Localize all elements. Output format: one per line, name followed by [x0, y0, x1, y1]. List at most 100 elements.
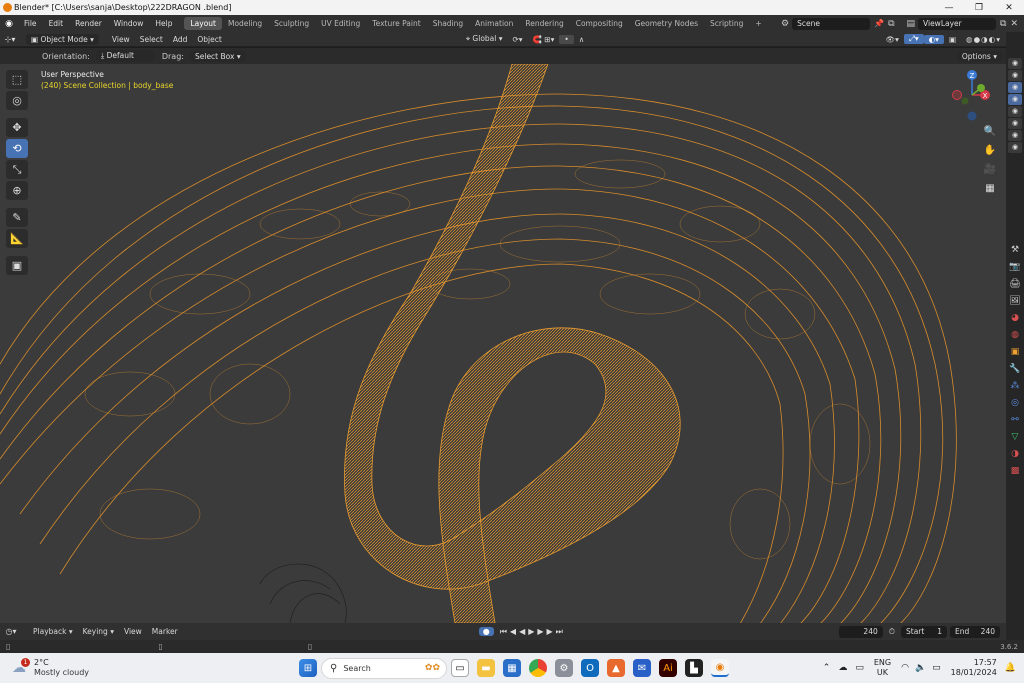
render-properties-icon[interactable]: 📷: [1008, 260, 1022, 274]
transform-orientation-dropdown[interactable]: ⌖ Global ▾: [461, 34, 508, 44]
menu-help[interactable]: Help: [149, 19, 178, 28]
proportional-edit-icon[interactable]: •: [559, 34, 574, 44]
timeline-editor-icon[interactable]: ◷▾: [0, 627, 22, 636]
maximize-button[interactable]: ❐: [964, 3, 994, 13]
workspace-tab-shading[interactable]: Shading: [427, 17, 469, 30]
add-workspace-icon[interactable]: +: [749, 17, 767, 30]
new-scene-icon[interactable]: ⧉: [888, 19, 894, 29]
rotate-tool[interactable]: ⟲: [6, 139, 28, 158]
file-explorer-icon[interactable]: ▬: [477, 659, 495, 677]
settings-icon[interactable]: ⚙: [555, 659, 573, 677]
minimize-button[interactable]: —: [934, 3, 964, 13]
options-dropdown[interactable]: Options ▾: [956, 50, 1002, 62]
visibility-icon[interactable]: 👁▾: [881, 35, 904, 44]
view-layer-properties-icon[interactable]: 🖼: [1008, 294, 1022, 308]
workspace-tab-rendering[interactable]: Rendering: [519, 17, 569, 30]
falloff-icon[interactable]: ∧: [574, 35, 590, 44]
object-menu[interactable]: Object: [192, 35, 226, 44]
menu-edit[interactable]: Edit: [43, 19, 70, 28]
collection-toggle-2[interactable]: ◉: [1008, 70, 1022, 81]
overlay-toggle-icon[interactable]: ◐▾: [923, 34, 944, 44]
blender-menu-icon[interactable]: ◉: [0, 19, 18, 29]
workspace-tab-layout[interactable]: Layout: [184, 17, 222, 30]
language-indicator[interactable]: ENG UK: [874, 658, 891, 678]
mail-icon[interactable]: ✉: [633, 659, 651, 677]
object-properties-icon[interactable]: ▣: [1008, 345, 1022, 359]
outlook-icon[interactable]: O: [581, 659, 599, 677]
snap-icon[interactable]: 🧲 ⊞▾: [528, 35, 560, 44]
editor-type-icon[interactable]: ⊹▾: [0, 35, 20, 44]
close-button[interactable]: ✕: [994, 3, 1024, 13]
world-properties-icon[interactable]: ◍: [1008, 328, 1022, 342]
zoom-icon[interactable]: 🔍: [982, 123, 998, 139]
select-box-tool[interactable]: ⬚: [6, 70, 28, 89]
move-tool[interactable]: ✥: [6, 118, 28, 137]
drag-dropdown[interactable]: Select Box ▾: [189, 50, 246, 62]
workspace-tab-sculpting[interactable]: Sculpting: [268, 17, 315, 30]
select-menu[interactable]: Select: [135, 35, 168, 44]
collection-toggle-8[interactable]: ◉: [1008, 142, 1022, 153]
notifications-icon[interactable]: 🔔: [1005, 663, 1016, 673]
app-icon-orange[interactable]: ▲: [607, 659, 625, 677]
timeline-view-menu[interactable]: View: [119, 627, 147, 636]
orientation-dropdown[interactable]: ⤓ Default: [95, 50, 154, 62]
pan-hand-icon[interactable]: ✋: [982, 142, 998, 158]
clock[interactable]: 17:57 18/01/2024: [951, 658, 997, 678]
workspace-tab-uv-editing[interactable]: UV Editing: [315, 17, 366, 30]
physics-properties-icon[interactable]: ◎: [1008, 396, 1022, 410]
workspace-tab-animation[interactable]: Animation: [469, 17, 519, 30]
data-properties-icon[interactable]: ▽: [1008, 430, 1022, 444]
illustrator-icon[interactable]: Ai: [659, 659, 677, 677]
current-frame-field[interactable]: 240: [838, 625, 883, 638]
viewlayer-selector[interactable]: ViewLayer: [918, 17, 997, 30]
wifi-icon[interactable]: ◠: [901, 663, 909, 673]
output-properties-icon[interactable]: 🖨: [1008, 277, 1022, 291]
texture-properties-icon[interactable]: ▩: [1008, 464, 1022, 478]
navigation-gizmo[interactable]: Z X: [945, 68, 995, 124]
scene-icon[interactable]: ⚙: [781, 19, 789, 29]
view-menu[interactable]: View: [107, 35, 135, 44]
playback-menu[interactable]: Playback ▾: [28, 627, 78, 636]
collection-toggle-7[interactable]: ◉: [1008, 130, 1022, 141]
transform-tool[interactable]: ⊕: [6, 181, 28, 200]
end-frame-field[interactable]: End 240: [950, 625, 1000, 638]
workspace-tab-geometry-nodes[interactable]: Geometry Nodes: [629, 17, 704, 30]
notes-app-icon[interactable]: ▙: [685, 659, 703, 677]
3d-viewport[interactable]: [0, 64, 1006, 623]
chrome-icon[interactable]: [529, 659, 547, 677]
new-viewlayer-icon[interactable]: ⧉: [1000, 19, 1006, 29]
tool-properties-icon[interactable]: ⚒: [1008, 243, 1022, 257]
scale-tool[interactable]: ⤡: [6, 160, 28, 179]
marker-menu[interactable]: Marker: [147, 627, 183, 636]
collection-toggle-4[interactable]: ◉: [1008, 94, 1022, 105]
workspace-tab-compositing[interactable]: Compositing: [570, 17, 629, 30]
keying-menu[interactable]: Keying ▾: [78, 627, 119, 636]
xray-icon[interactable]: ▣: [944, 35, 961, 44]
camera-icon[interactable]: 🎥: [982, 161, 998, 177]
search-box[interactable]: ⚲ Search ✿✿: [321, 657, 447, 679]
add-menu[interactable]: Add: [168, 35, 193, 44]
scene-selector[interactable]: Scene: [792, 17, 871, 30]
tray-app-icon[interactable]: ☁: [838, 663, 847, 673]
collection-toggle-1[interactable]: ◉: [1008, 58, 1022, 69]
menu-file[interactable]: File: [18, 19, 43, 28]
annotate-tool[interactable]: ✎: [6, 208, 28, 227]
modifier-properties-icon[interactable]: 🔧: [1008, 362, 1022, 376]
scene-properties-icon[interactable]: ◕: [1008, 311, 1022, 325]
volume-icon[interactable]: 🔈: [915, 663, 926, 673]
particles-properties-icon[interactable]: ⁂: [1008, 379, 1022, 393]
battery-icon[interactable]: ▭: [932, 663, 941, 673]
measure-tool[interactable]: 📐: [6, 229, 28, 248]
clock-icon[interactable]: ⏱: [889, 627, 895, 637]
weather-widget[interactable]: ☁ 1: [12, 658, 32, 676]
record-toggle[interactable]: ●: [478, 627, 494, 636]
constraints-properties-icon[interactable]: ⚯: [1008, 413, 1022, 427]
menu-render[interactable]: Render: [69, 19, 108, 28]
collection-toggle-6[interactable]: ◉: [1008, 118, 1022, 129]
cursor-tool[interactable]: ◎: [6, 91, 28, 110]
viewlayer-icon[interactable]: ▤: [907, 19, 916, 29]
tray-overflow-icon[interactable]: ⌃: [823, 663, 831, 673]
add-cube-tool[interactable]: ▣: [6, 256, 28, 275]
pivot-point-icon[interactable]: ⟳▾: [508, 35, 528, 44]
tray-display-icon[interactable]: ▭: [855, 663, 864, 673]
